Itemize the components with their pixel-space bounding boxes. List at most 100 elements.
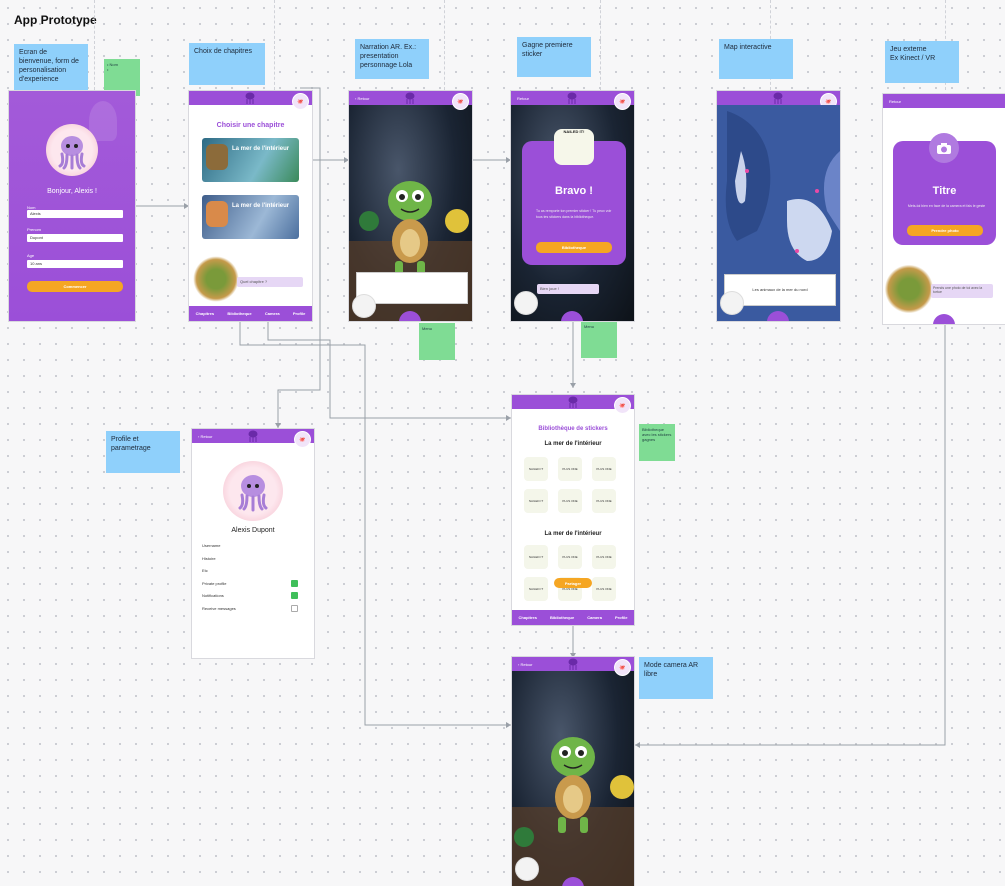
note-chapters: Choix de chapitres [189,43,265,85]
tab-chapters[interactable]: Chapitres [196,311,214,316]
back-button[interactable]: ‹ Retour [198,434,212,439]
sticker-item[interactable]: NAILED IT [524,457,548,481]
back-button[interactable]: Retour [889,99,901,104]
note-narration: Narration AR. Ex.: presentation personna… [355,39,429,79]
setting-checkbox[interactable] [291,592,298,604]
tab-library[interactable]: Bibliotheque [227,311,251,316]
screen-external-game: Retour Titre Mets-toi bien en face de la… [883,94,1005,324]
sticker-item[interactable]: PLUS ONE [592,489,616,513]
bravo-title: Bravo ! [555,185,593,197]
note-welcome: Ecran de bienvenue, form de personalisat… [14,44,88,94]
sticker-image: NAILED IT! [554,129,594,165]
tab-profile[interactable]: Profile [615,615,627,620]
avatar[interactable] [352,294,376,318]
sticker-item[interactable]: NAILED IT [524,577,548,601]
name-field[interactable]: Alexis [27,210,123,218]
turtle-mascot [885,264,933,314]
field-label: Age [27,253,35,258]
share-button[interactable]: Partager [554,578,592,588]
screen-map: 🐙 Les animaux de la mer du nord [717,91,840,321]
game-instructions: Mets-toi bien en face de la camera et fa… [907,204,986,208]
tab-chapters[interactable]: Chapitres [519,615,537,620]
sticker-item[interactable]: PLUS ONE [592,577,616,601]
sticker-item[interactable]: PLUS ONE [592,457,616,481]
speech-bubble: Prends une photo de toi avec la tortue [931,284,993,298]
sticker-item[interactable]: PLUS ONE [558,489,582,513]
profile-name: Alexis Dupont [231,527,275,534]
tab-bar: Chapitres Bibliotheque Camera Profile [189,306,312,321]
avatar[interactable]: 🐙 [294,431,311,448]
screen-narration: ‹ Retour 🐙 [349,91,472,321]
setting-label: Receive messages [202,605,236,611]
sticker-item[interactable]: NAILED IT [524,545,548,569]
library-heading: Bibliothèque de stickers [538,426,608,432]
jellyfish-icon [245,92,255,104]
chapter-card[interactable]: La mer de l'intérieur [202,195,299,239]
chapter-title: La mer de l'intérieur [232,203,290,209]
sticker-item[interactable]: PLUS ONE [592,545,616,569]
tab-library[interactable]: Bibliotheque [550,615,574,620]
section-title: La mer de l'intérieur [544,531,602,537]
turtle-thumbnail [206,144,228,170]
chapters-heading: Choisir une chapitre [216,122,285,129]
note-profile: Profile et parametrage [106,431,180,473]
fox-thumbnail [206,201,228,227]
note-camera-mode: Mode camera AR libre [639,657,713,699]
bravo-message: Tu as remporte ton premier sticker ! Tu … [536,209,612,219]
note-sticker: Gagne premiere sticker [517,37,591,77]
screen-profile: ‹ Retour 🐙 Alexis Dupont Username Histoir… [192,429,314,658]
start-button[interactable]: Commencer [27,281,123,292]
turtle-character [512,737,634,886]
avatar[interactable] [720,291,744,315]
tab-profile[interactable]: Profile [293,311,305,316]
mascot-avatar [46,124,98,176]
jellyfish-icon [567,92,577,104]
setting-label: Username [202,543,221,548]
reward-card: NAILED IT! Bravo ! Tu as remporte ton pr… [522,129,626,265]
note-map: Map interactive [719,39,793,79]
take-photo-button[interactable]: Prendre photo [907,225,983,236]
octopus-icon [238,475,268,512]
tab-camera[interactable]: Camera [587,615,602,620]
game-card: Titre Mets-toi bien en face de la camera… [893,133,996,245]
chapter-card[interactable]: La mer de l'intérieur [202,138,299,182]
sticky-note: Bibliotheque avec les stickers gagnes [639,424,675,461]
screen-welcome: Bonjour, Alexis ! Nom Alexis Prenom Dupo… [9,91,135,321]
tab-bar: Chapitres Bibliotheque Camera Profile [512,610,634,625]
sticker-item[interactable]: PLUS ONE [558,545,582,569]
avatar[interactable] [514,291,538,315]
jellyfish-icon [568,396,578,408]
menu-button[interactable] [933,314,955,324]
avatar[interactable]: 🐙 [614,93,631,110]
sticker-item[interactable]: PLUS ONE [558,457,582,481]
setting-label: Etc [202,568,208,573]
jellyfish-icon [248,430,258,442]
turtle-mascot [193,256,239,302]
back-button[interactable]: Retour [517,96,529,101]
avatar[interactable] [515,857,539,881]
age-field[interactable]: 10 ans [27,260,123,268]
setting-label: Private profile [202,580,227,586]
field-label: Prenom [27,227,42,232]
sticker-item[interactable]: NAILED IT [524,489,548,513]
note-external: Jeu externe Ex Kinect / VR [885,41,959,83]
section-title: La mer de l'intérieur [544,441,602,447]
greeting: Bonjour, Alexis ! [47,188,97,195]
library-button[interactable]: Bibliotheque [536,242,612,253]
chapter-title: La mer de l'intérieur [232,146,290,152]
setting-checkbox[interactable] [291,579,298,592]
avatar[interactable]: 🐙 [292,93,309,110]
speech-bubble: Quel chapitre ? [237,277,303,287]
avatar[interactable]: 🐙 [614,397,631,414]
setting-label: Notifications [202,593,224,598]
firstname-field[interactable]: Dupont [27,234,123,242]
game-title: Titre [932,185,957,197]
camera-icon[interactable] [929,133,959,163]
screen-chapters: 🐙 Choisir une chapitre La mer de l'intér… [189,91,312,321]
screen-bravo: Retour 🐙 NAILED IT! Bravo ! Tu as rempor… [511,91,634,321]
tab-camera[interactable]: Camera [265,311,280,316]
profile-avatar[interactable] [223,461,283,521]
setting-checkbox[interactable] [291,604,298,612]
speech-bubble: Bien joue ! [537,284,599,294]
screen-library: 🐙 Bibliothèque de stickers La mer de l'i… [512,395,634,625]
